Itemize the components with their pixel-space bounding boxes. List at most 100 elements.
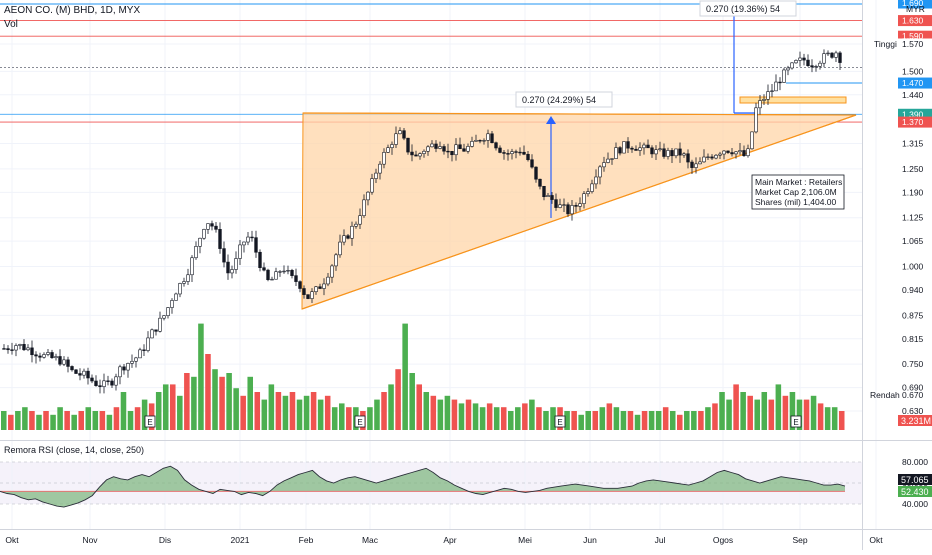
volume-bar — [824, 407, 831, 430]
volume-bar — [719, 392, 725, 430]
candle-body — [590, 183, 594, 192]
volume-bar — [339, 403, 345, 430]
candle-body — [582, 193, 586, 204]
candle-body — [210, 223, 214, 227]
candle-body — [370, 178, 374, 193]
volume-bar — [775, 384, 782, 430]
price-tick: 0.815 — [902, 334, 924, 344]
measure-label-2: 0.270 (19.36%) 54 — [699, 0, 797, 17]
candle-body — [638, 147, 642, 151]
candle-body — [622, 141, 626, 154]
candle-body — [222, 248, 226, 263]
volume-bar — [15, 411, 21, 430]
candle-body — [506, 153, 510, 155]
volume-bar — [99, 411, 106, 430]
time-tick: Sep — [792, 535, 807, 545]
volume-bar — [170, 384, 176, 430]
candle-body — [250, 236, 254, 239]
candle-body — [774, 81, 778, 92]
candle-body — [518, 151, 522, 154]
candle-body — [690, 161, 694, 168]
candle-body — [666, 150, 670, 157]
candle-body — [426, 146, 430, 152]
volume-bar — [22, 407, 28, 430]
candle-body — [670, 150, 674, 157]
volume-bar — [219, 376, 225, 430]
volume-bar — [71, 414, 77, 430]
candle-body — [778, 81, 782, 84]
candle-body — [18, 344, 22, 346]
volume-bar — [761, 392, 768, 430]
volume-bar — [1, 411, 7, 430]
volume-bar — [416, 384, 422, 430]
price-tick: 0.630 — [902, 406, 924, 416]
candle-body — [270, 278, 274, 281]
candle-body — [114, 376, 118, 386]
candle-body — [750, 131, 754, 150]
volume-bar — [402, 323, 408, 430]
candle-body — [702, 156, 706, 163]
price-tick: 0.750 — [902, 359, 924, 369]
candle-body — [274, 271, 278, 280]
candle-body — [654, 149, 658, 155]
volume-bar — [106, 414, 113, 430]
candle-body — [26, 347, 30, 351]
earnings-marker: E — [793, 418, 798, 427]
candle-body — [510, 151, 514, 155]
price-tick: 0.875 — [902, 310, 924, 320]
time-tick: Ogos — [713, 535, 733, 545]
volume-bar — [85, 407, 92, 430]
volume-value: 3.231M — [901, 416, 931, 426]
candle-body — [350, 225, 354, 239]
candle-body — [102, 380, 106, 387]
volume-bar — [430, 395, 437, 430]
candle-body — [418, 153, 422, 157]
candle-body — [686, 153, 690, 163]
candle-body — [806, 59, 810, 66]
volume-bar — [50, 414, 56, 430]
candle-body — [314, 286, 318, 293]
candle-body — [746, 148, 750, 157]
candle-body — [230, 269, 234, 274]
time-tick: Nov — [82, 535, 98, 545]
candle-body — [54, 356, 58, 359]
candle-body — [310, 291, 314, 299]
volume-bar — [620, 411, 627, 430]
candle-body — [162, 315, 166, 319]
candle-body — [330, 265, 334, 278]
volume-bar — [324, 395, 331, 430]
info-box: Main Market : Retailers Market Cap 2,106… — [751, 174, 845, 210]
candle-body — [198, 237, 202, 247]
low-value: 0.670 — [902, 390, 924, 400]
candle-body — [294, 275, 298, 282]
candle-body — [262, 267, 266, 271]
candle-body — [254, 237, 258, 253]
volume-bar — [198, 323, 204, 430]
candle-body — [98, 385, 102, 387]
candle-body — [790, 62, 794, 69]
volume-bar — [733, 384, 739, 430]
candle-body — [258, 251, 262, 268]
volume-bar — [543, 411, 549, 430]
candle-body — [630, 147, 634, 150]
price-label: 1.630 — [902, 16, 924, 26]
candle-body — [106, 380, 110, 382]
candle-body — [326, 276, 330, 285]
candle-body — [442, 146, 446, 152]
high-label: Tinggi — [874, 39, 897, 49]
time-tick: Jun — [583, 535, 597, 545]
candle-body — [810, 65, 814, 68]
price-chart[interactable]: 1.570 1.500 1.440 1.315 1.250 1.190 1.125 1.065… — [0, 0, 932, 550]
volume-bar — [831, 407, 838, 430]
candle-body — [202, 229, 206, 239]
volume-bar — [331, 407, 338, 430]
volume-bar — [782, 395, 789, 430]
volume-bar — [578, 414, 584, 430]
candle-body — [38, 355, 42, 358]
candle-body — [566, 204, 570, 215]
candle-body — [226, 261, 230, 274]
volume-bar — [655, 411, 662, 430]
earnings-marker: E — [357, 418, 362, 427]
candle-body — [406, 137, 410, 153]
volume-bar — [29, 411, 35, 430]
